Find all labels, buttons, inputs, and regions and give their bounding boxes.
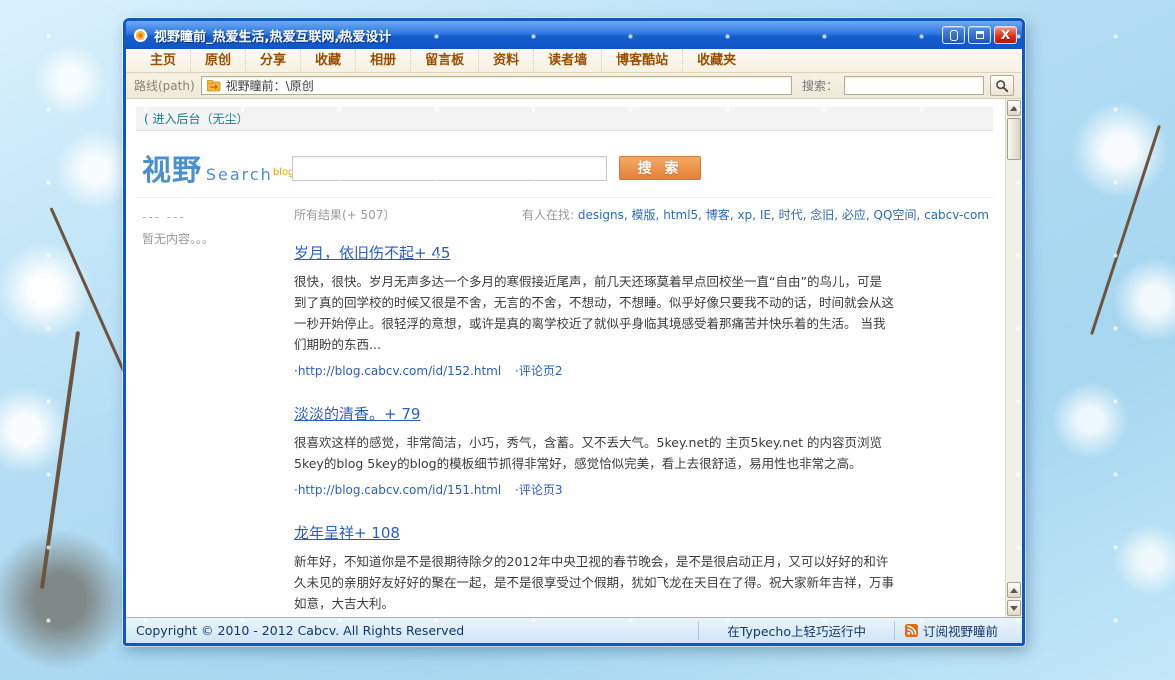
- window-title: 视野瞳前_热爱生活,热爱互联网,热爱设计: [154, 26, 939, 45]
- menu-item-profile[interactable]: 资料: [479, 50, 534, 72]
- post-comments-link[interactable]: ·评论页3: [515, 483, 562, 497]
- hot-tag-link[interactable]: cabcv-com: [924, 208, 989, 222]
- address-folder-icon: [207, 80, 221, 92]
- post-item: 龙年呈祥+ 108 新年好，不知道你是不是很期待除夕的2012年中央卫视的春节晚…: [294, 522, 894, 617]
- sidebar-empty-text: 暂无内容。。。: [142, 230, 294, 247]
- divider: [136, 197, 993, 198]
- rss-icon: [905, 624, 918, 637]
- sidebar-placeholder-dashes: --- ---: [142, 210, 294, 224]
- desktop-background: 视野瞳前_热爱生活,热爱互联网,热爱设计 X 主页 原创 分享 收藏 相册 留言…: [0, 0, 1175, 680]
- content-scroll-area: ( 进入后台（无尘） 视野 Searchblog 搜 索 --- --- 暂无内…: [126, 99, 1005, 617]
- title-bar[interactable]: 视野瞳前_热爱生活,热爱互联网,热爱设计 X: [126, 21, 1022, 49]
- subscribe-label: 订阅视野瞳前: [923, 621, 998, 640]
- subscribe-link[interactable]: 订阅视野瞳前: [895, 621, 1012, 640]
- background-art: [1090, 125, 1161, 335]
- toolbar-search-input[interactable]: [844, 76, 984, 95]
- admin-strip: ( 进入后台（无尘）: [136, 107, 993, 131]
- toolbar-search-label: 搜索：: [802, 77, 838, 94]
- results-count: 所有结果(+ 507）: [294, 206, 395, 223]
- scroll-down-button[interactable]: [1007, 600, 1021, 616]
- menu-bar: 主页 原创 分享 收藏 相册 留言板 资料 读者墙 博客酷站 收藏夹: [126, 49, 1022, 73]
- site-search-button[interactable]: 搜 索: [619, 156, 701, 180]
- copyright-text: Copyright © 2010 - 2012 Cabcv. All Right…: [136, 623, 698, 638]
- menu-item-readers[interactable]: 读者墙: [534, 50, 602, 72]
- post-item: 岁月，依旧伤不起+ 45 很快，很快。岁月无声多达一个多月的寒假接近尾声，前几天…: [294, 242, 894, 379]
- menu-item-album[interactable]: 相册: [356, 50, 411, 72]
- footer-bar: Copyright © 2010 - 2012 Cabcv. All Right…: [126, 617, 1022, 643]
- address-path-text: 视野瞳前：\原创: [226, 77, 314, 94]
- post-url-link[interactable]: ·http://blog.cabcv.com/id/152.html: [294, 364, 501, 378]
- path-bar: 路线(path) 视野瞳前：\原创 搜索：: [126, 73, 1022, 99]
- scroll-up-button[interactable]: [1007, 100, 1021, 116]
- post-item: 淡淡的清香。+ 79 很喜欢这样的感觉，非常简洁，小巧，秀气，含蓄。又不丢大气。…: [294, 403, 894, 498]
- scroll-up-icon: [1010, 106, 1018, 111]
- post-excerpt: 新年好，不知道你是不是很期待除夕的2012年中央卫视的春节晚会，是不是很启动正月…: [294, 551, 894, 614]
- menu-item-blogroll[interactable]: 博客酷站: [602, 50, 683, 72]
- post-url-link[interactable]: ·http://blog.cabcv.com/id/151.html: [294, 483, 501, 497]
- hot-tag-link[interactable]: xp: [737, 208, 759, 222]
- left-sidebar: --- --- 暂无内容。。。: [136, 204, 294, 617]
- post-comments-link[interactable]: ·评论页2: [515, 364, 562, 378]
- background-art: [50, 207, 126, 373]
- results-header: 所有结果(+ 507） 有人在找: designs模版html5博客xpIE时代…: [294, 204, 989, 223]
- site-search-input[interactable]: [292, 156, 607, 181]
- minimize-button[interactable]: [942, 26, 965, 44]
- menu-item-home[interactable]: 主页: [136, 50, 191, 72]
- path-label: 路线(path): [134, 77, 195, 94]
- hot-tag-link[interactable]: 必应: [842, 208, 874, 222]
- post-title-link[interactable]: 龙年呈祥+ 108: [294, 522, 400, 543]
- hot-tag-link[interactable]: 博客: [706, 208, 738, 222]
- address-bar[interactable]: 视野瞳前：\原创: [201, 76, 792, 95]
- post-excerpt: 很快，很快。岁月无声多达一个多月的寒假接近尾声，前几天还琢莫着早点回校坐一直“自…: [294, 271, 894, 355]
- results-column: 所有结果(+ 507） 有人在找: designs模版html5博客xpIE时代…: [294, 204, 993, 617]
- hot-tag-link[interactable]: IE: [760, 208, 779, 222]
- site-search-row: 视野 Searchblog 搜 索: [136, 147, 993, 189]
- hot-tag-link[interactable]: 念旧: [810, 208, 842, 222]
- site-logo[interactable]: 视野 Searchblog: [142, 147, 292, 189]
- menu-item-guestbook[interactable]: 留言板: [411, 50, 479, 72]
- browser-window: 视野瞳前_热爱生活,热爱互联网,热爱设计 X 主页 原创 分享 收藏 相册 留言…: [123, 18, 1025, 646]
- scroll-up-icon: [1010, 588, 1018, 593]
- vertical-scrollbar[interactable]: [1005, 99, 1022, 617]
- background-art: [40, 331, 80, 589]
- admin-backend-link[interactable]: ( 进入后台（无尘）: [144, 110, 249, 127]
- post-links: ·http://blog.cabcv.com/id/152.html ·评论页2: [294, 362, 894, 379]
- scroll-up-button-bottom[interactable]: [1007, 582, 1021, 598]
- hot-search-label: 有人在找:: [522, 208, 578, 222]
- logo-sub-text: Search: [206, 165, 273, 184]
- post-title-link[interactable]: 淡淡的清香。+ 79: [294, 403, 420, 424]
- close-button[interactable]: X: [994, 26, 1017, 44]
- toolbar-search-button[interactable]: [990, 75, 1014, 96]
- hot-tag-link[interactable]: QQ空间: [874, 208, 925, 222]
- post-title-link[interactable]: 岁月，依旧伤不起+ 45: [294, 242, 450, 263]
- hot-tag-link[interactable]: 模版: [632, 208, 664, 222]
- menu-item-favorites[interactable]: 收藏夹: [683, 50, 750, 72]
- hot-tag-link[interactable]: designs: [578, 208, 632, 222]
- post-excerpt: 很喜欢这样的感觉，非常简洁，小巧，秀气，含蓄。又不丢大气。5key.net的 主…: [294, 432, 894, 474]
- scrollbar-thumb[interactable]: [1007, 118, 1021, 160]
- restore-icon: [976, 31, 984, 39]
- minimize-icon: [950, 30, 958, 41]
- post-links: ·http://blog.cabcv.com/id/151.html ·评论页3: [294, 481, 894, 498]
- logo-main-text: 视野: [142, 153, 202, 187]
- menu-item-collect[interactable]: 收藏: [301, 50, 356, 72]
- typecho-status-text: 在Typecho上轻巧运行中: [699, 621, 894, 640]
- restore-button[interactable]: [968, 26, 991, 44]
- hot-search-line: 有人在找: designs模版html5博客xpIE时代念旧必应QQ空间cabc…: [522, 206, 989, 223]
- scroll-down-icon: [1010, 606, 1018, 611]
- page-content: ( 进入后台（无尘） 视野 Searchblog 搜 索 --- --- 暂无内…: [126, 99, 1022, 617]
- hot-tag-link[interactable]: html5: [663, 208, 706, 222]
- menu-item-share[interactable]: 分享: [246, 50, 301, 72]
- menu-item-original[interactable]: 原创: [191, 50, 246, 72]
- magnifier-icon: [995, 79, 1009, 93]
- hot-tag-link[interactable]: 时代: [779, 208, 811, 222]
- window-logo-icon: [133, 28, 148, 43]
